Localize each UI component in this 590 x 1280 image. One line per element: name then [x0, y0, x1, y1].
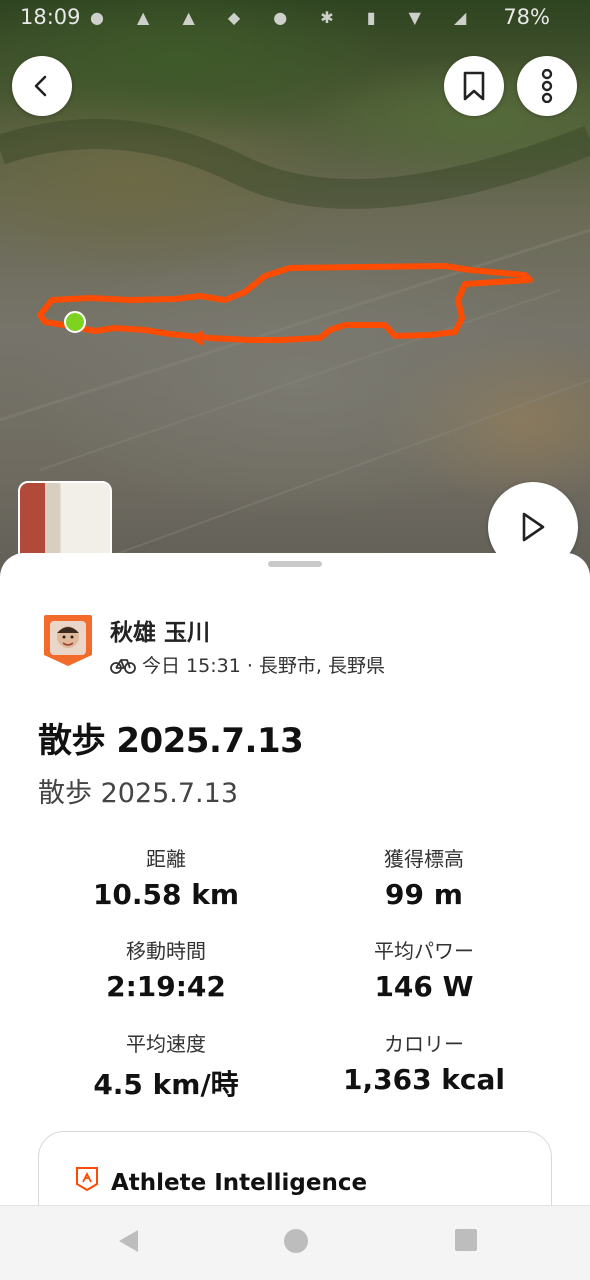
stat-label: 距離	[146, 847, 186, 871]
stat-value: 10.58 km	[92, 878, 240, 911]
bookmark-icon	[463, 71, 485, 101]
activity-detail-sheet: 秋雄 玉川 今日 15:31 · 長野市, 長野県 散歩 2025.7.13 散…	[0, 553, 590, 1279]
play-icon	[522, 512, 545, 542]
status-bar: 18:09 ● ▲ ▲ ◆ ● ✱ ▮ ▼ ◢ 78%	[0, 0, 590, 36]
stat-label: 移動時間	[126, 939, 206, 963]
bicycle-icon	[110, 658, 136, 674]
more-vertical-icon	[541, 69, 553, 103]
circle-home-icon[interactable]	[283, 1228, 309, 1254]
status-icons: ● ▲ ▲ ◆ ● ✱ ▮ ▼ ◢	[90, 8, 481, 27]
sheet-drag-handle[interactable]	[268, 561, 322, 567]
stat-distance: 距離 10.58 km	[36, 843, 296, 911]
activity-meta-text: 今日 15:31 · 長野市, 長野県	[142, 655, 385, 677]
stat-label: 平均パワー	[374, 939, 474, 963]
stat-label: 獲得標高	[384, 847, 464, 871]
activity-title: 散歩 2025.7.13	[38, 721, 304, 761]
square-recents-icon[interactable]	[454, 1228, 478, 1252]
stat-elevation-gain: 獲得標高 99 m	[294, 843, 554, 911]
athlete-intelligence-title: Athlete Intelligence	[111, 1170, 368, 1196]
stat-moving-time: 移動時間 2:19:42	[36, 935, 296, 1003]
system-navigation-bar	[0, 1205, 590, 1280]
avatar[interactable]	[42, 613, 94, 667]
triangle-back-icon[interactable]	[116, 1228, 142, 1254]
status-time: 18:09	[20, 5, 81, 29]
route-map[interactable]: 18:09 ● ▲ ▲ ◆ ● ✱ ▮ ▼ ◢ 78%	[0, 0, 590, 600]
stat-label: 平均速度	[126, 1032, 206, 1056]
stat-value: 4.5 km/時	[93, 1068, 239, 1101]
stat-value: 2:19:42	[106, 970, 226, 1003]
stat-value: 99 m	[385, 878, 463, 911]
stat-average-power: 平均パワー 146 W	[294, 935, 554, 1003]
start-marker	[64, 311, 86, 333]
more-options-button[interactable]	[517, 56, 577, 116]
athlete-name[interactable]: 秋雄 玉川	[110, 613, 210, 647]
battery-level: 78%	[503, 5, 550, 29]
bookmark-button[interactable]	[444, 56, 504, 116]
activity-meta: 今日 15:31 · 長野市, 長野県	[110, 651, 385, 678]
stat-value: 146 W	[374, 970, 474, 1003]
stat-calories: カロリー 1,363 kcal	[294, 1028, 554, 1096]
stat-value: 1,363 kcal	[342, 1063, 506, 1096]
chevron-left-icon	[34, 75, 47, 97]
activity-description: 散歩 2025.7.13	[38, 778, 238, 809]
athlete-intelligence-icon	[76, 1167, 98, 1192]
stat-label: カロリー	[384, 1032, 464, 1056]
stat-average-speed: 平均速度 4.5 km/時	[36, 1028, 296, 1103]
back-button[interactable]	[12, 56, 72, 116]
